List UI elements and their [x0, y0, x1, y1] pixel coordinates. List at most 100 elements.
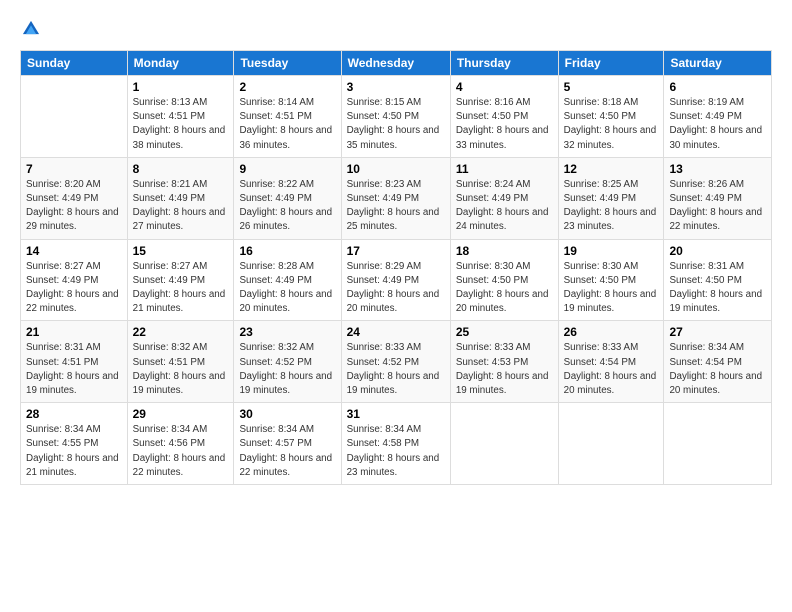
day-number: 13	[669, 162, 766, 176]
day-info: Sunrise: 8:22 AMSunset: 4:49 PMDaylight:…	[239, 178, 335, 235]
day-number: 30	[239, 407, 335, 421]
calendar-table: SundayMondayTuesdayWednesdayThursdayFrid…	[20, 50, 772, 485]
calendar-cell: 4 Sunrise: 8:16 AMSunset: 4:50 PMDaylight…	[450, 76, 558, 158]
day-info: Sunrise: 8:30 AMSunset: 4:50 PMDaylight:…	[564, 260, 659, 317]
calendar-cell: 16Sunrise: 8:28 AMSunset: 4:49 PMDayligh…	[234, 239, 341, 321]
day-number: 5	[564, 80, 659, 94]
day-number: 10	[347, 162, 445, 176]
day-info: Sunrise: 8:34 AMSunset: 4:56 PMDaylight:…	[133, 423, 229, 480]
day-info: Sunrise: 8:25 AMSunset: 4:49 PMDaylight:…	[564, 178, 659, 235]
logo-icon	[20, 18, 42, 40]
day-info: Sunrise: 8:16 AMSunset: 4:50 PMDaylight:…	[456, 96, 553, 153]
day-header-thursday: Thursday	[450, 51, 558, 76]
day-number: 7	[26, 162, 122, 176]
week-row-1: 1Sunrise: 8:13 AMSunset: 4:51 PMDaylight…	[21, 76, 772, 158]
day-number: 29	[133, 407, 229, 421]
calendar-cell: 17 Sunrise: 8:29 AMSunset: 4:49 PMDayligh…	[341, 239, 450, 321]
day-info: Sunrise: 8:34 AMSunset: 4:58 PMDaylight:…	[347, 423, 445, 480]
calendar-header-row: SundayMondayTuesdayWednesdayThursdayFrid…	[21, 51, 772, 76]
day-number: 12	[564, 162, 659, 176]
calendar-cell: 26Sunrise: 8:33 AMSunset: 4:54 PMDayligh…	[558, 321, 664, 403]
calendar-cell: 5 Sunrise: 8:18 AMSunset: 4:50 PMDaylight…	[558, 76, 664, 158]
day-info: Sunrise: 8:27 AMSunset: 4:49 PMDaylight:…	[26, 260, 122, 317]
calendar-cell: 6Sunrise: 8:19 AMSunset: 4:49 PMDaylight…	[664, 76, 772, 158]
day-header-tuesday: Tuesday	[234, 51, 341, 76]
calendar-cell: 20 Sunrise: 8:31 AMSunset: 4:50 PMDayligh…	[664, 239, 772, 321]
day-number: 9	[239, 162, 335, 176]
day-info: Sunrise: 8:18 AMSunset: 4:50 PMDaylight:…	[564, 96, 659, 153]
calendar-cell	[664, 403, 772, 485]
calendar-cell: 19 Sunrise: 8:30 AMSunset: 4:50 PMDayligh…	[558, 239, 664, 321]
day-number: 6	[669, 80, 766, 94]
calendar-cell	[21, 76, 128, 158]
day-header-friday: Friday	[558, 51, 664, 76]
day-info: Sunrise: 8:14 AMSunset: 4:51 PMDaylight:…	[239, 96, 335, 153]
day-number: 16	[239, 244, 335, 258]
calendar-cell: 2 Sunrise: 8:14 AMSunset: 4:51 PMDaylight…	[234, 76, 341, 158]
day-info: Sunrise: 8:21 AMSunset: 4:49 PMDaylight:…	[133, 178, 229, 235]
day-info: Sunrise: 8:32 AMSunset: 4:52 PMDaylight:…	[239, 341, 335, 398]
day-number: 4	[456, 80, 553, 94]
calendar-cell: 28Sunrise: 8:34 AMSunset: 4:55 PMDayligh…	[21, 403, 128, 485]
day-number: 15	[133, 244, 229, 258]
calendar-cell	[450, 403, 558, 485]
calendar-cell: 24Sunrise: 8:33 AMSunset: 4:52 PMDayligh…	[341, 321, 450, 403]
day-info: Sunrise: 8:15 AMSunset: 4:50 PMDaylight:…	[347, 96, 445, 153]
day-number: 17	[347, 244, 445, 258]
week-row-4: 21Sunrise: 8:31 AMSunset: 4:51 PMDayligh…	[21, 321, 772, 403]
day-header-saturday: Saturday	[664, 51, 772, 76]
day-info: Sunrise: 8:27 AMSunset: 4:49 PMDaylight:…	[133, 260, 229, 317]
calendar-cell: 11Sunrise: 8:24 AMSunset: 4:49 PMDayligh…	[450, 157, 558, 239]
day-number: 25	[456, 325, 553, 339]
calendar-cell: 12 Sunrise: 8:25 AMSunset: 4:49 PMDayligh…	[558, 157, 664, 239]
calendar-cell: 29 Sunrise: 8:34 AMSunset: 4:56 PMDayligh…	[127, 403, 234, 485]
day-number: 26	[564, 325, 659, 339]
calendar-cell: 22 Sunrise: 8:32 AMSunset: 4:51 PMDayligh…	[127, 321, 234, 403]
calendar-cell: 14 Sunrise: 8:27 AMSunset: 4:49 PMDayligh…	[21, 239, 128, 321]
calendar-cell: 3Sunrise: 8:15 AMSunset: 4:50 PMDaylight…	[341, 76, 450, 158]
calendar-cell: 7 Sunrise: 8:20 AMSunset: 4:49 PMDaylight…	[21, 157, 128, 239]
calendar-cell: 27 Sunrise: 8:34 AMSunset: 4:54 PMDayligh…	[664, 321, 772, 403]
day-header-wednesday: Wednesday	[341, 51, 450, 76]
day-number: 24	[347, 325, 445, 339]
day-number: 22	[133, 325, 229, 339]
calendar-cell: 13Sunrise: 8:26 AMSunset: 4:49 PMDayligh…	[664, 157, 772, 239]
day-info: Sunrise: 8:34 AMSunset: 4:57 PMDaylight:…	[239, 423, 335, 480]
day-number: 19	[564, 244, 659, 258]
calendar-cell: 31Sunrise: 8:34 AMSunset: 4:58 PMDayligh…	[341, 403, 450, 485]
day-number: 18	[456, 244, 553, 258]
calendar-cell: 8 Sunrise: 8:21 AMSunset: 4:49 PMDaylight…	[127, 157, 234, 239]
day-number: 23	[239, 325, 335, 339]
day-number: 14	[26, 244, 122, 258]
calendar-cell: 23 Sunrise: 8:32 AMSunset: 4:52 PMDayligh…	[234, 321, 341, 403]
page-header	[20, 18, 772, 40]
calendar-cell: 9 Sunrise: 8:22 AMSunset: 4:49 PMDaylight…	[234, 157, 341, 239]
week-row-5: 28Sunrise: 8:34 AMSunset: 4:55 PMDayligh…	[21, 403, 772, 485]
day-info: Sunrise: 8:32 AMSunset: 4:51 PMDaylight:…	[133, 341, 229, 398]
calendar-cell: 18 Sunrise: 8:30 AMSunset: 4:50 PMDayligh…	[450, 239, 558, 321]
day-info: Sunrise: 8:31 AMSunset: 4:50 PMDaylight:…	[669, 260, 766, 317]
day-info: Sunrise: 8:20 AMSunset: 4:49 PMDaylight:…	[26, 178, 122, 235]
day-info: Sunrise: 8:34 AMSunset: 4:54 PMDaylight:…	[669, 341, 766, 398]
calendar-cell	[558, 403, 664, 485]
logo	[20, 18, 46, 40]
day-header-sunday: Sunday	[21, 51, 128, 76]
day-info: Sunrise: 8:29 AMSunset: 4:49 PMDaylight:…	[347, 260, 445, 317]
calendar-cell: 1Sunrise: 8:13 AMSunset: 4:51 PMDaylight…	[127, 76, 234, 158]
day-info: Sunrise: 8:31 AMSunset: 4:51 PMDaylight:…	[26, 341, 122, 398]
day-number: 20	[669, 244, 766, 258]
day-number: 2	[239, 80, 335, 94]
day-header-monday: Monday	[127, 51, 234, 76]
week-row-3: 14 Sunrise: 8:27 AMSunset: 4:49 PMDayligh…	[21, 239, 772, 321]
calendar-cell: 10 Sunrise: 8:23 AMSunset: 4:49 PMDayligh…	[341, 157, 450, 239]
calendar-cell: 25Sunrise: 8:33 AMSunset: 4:53 PMDayligh…	[450, 321, 558, 403]
day-number: 27	[669, 325, 766, 339]
day-info: Sunrise: 8:23 AMSunset: 4:49 PMDaylight:…	[347, 178, 445, 235]
day-number: 28	[26, 407, 122, 421]
day-info: Sunrise: 8:30 AMSunset: 4:50 PMDaylight:…	[456, 260, 553, 317]
day-number: 1	[133, 80, 229, 94]
week-row-2: 7 Sunrise: 8:20 AMSunset: 4:49 PMDaylight…	[21, 157, 772, 239]
calendar-cell: 15 Sunrise: 8:27 AMSunset: 4:49 PMDayligh…	[127, 239, 234, 321]
day-number: 8	[133, 162, 229, 176]
day-number: 11	[456, 162, 553, 176]
